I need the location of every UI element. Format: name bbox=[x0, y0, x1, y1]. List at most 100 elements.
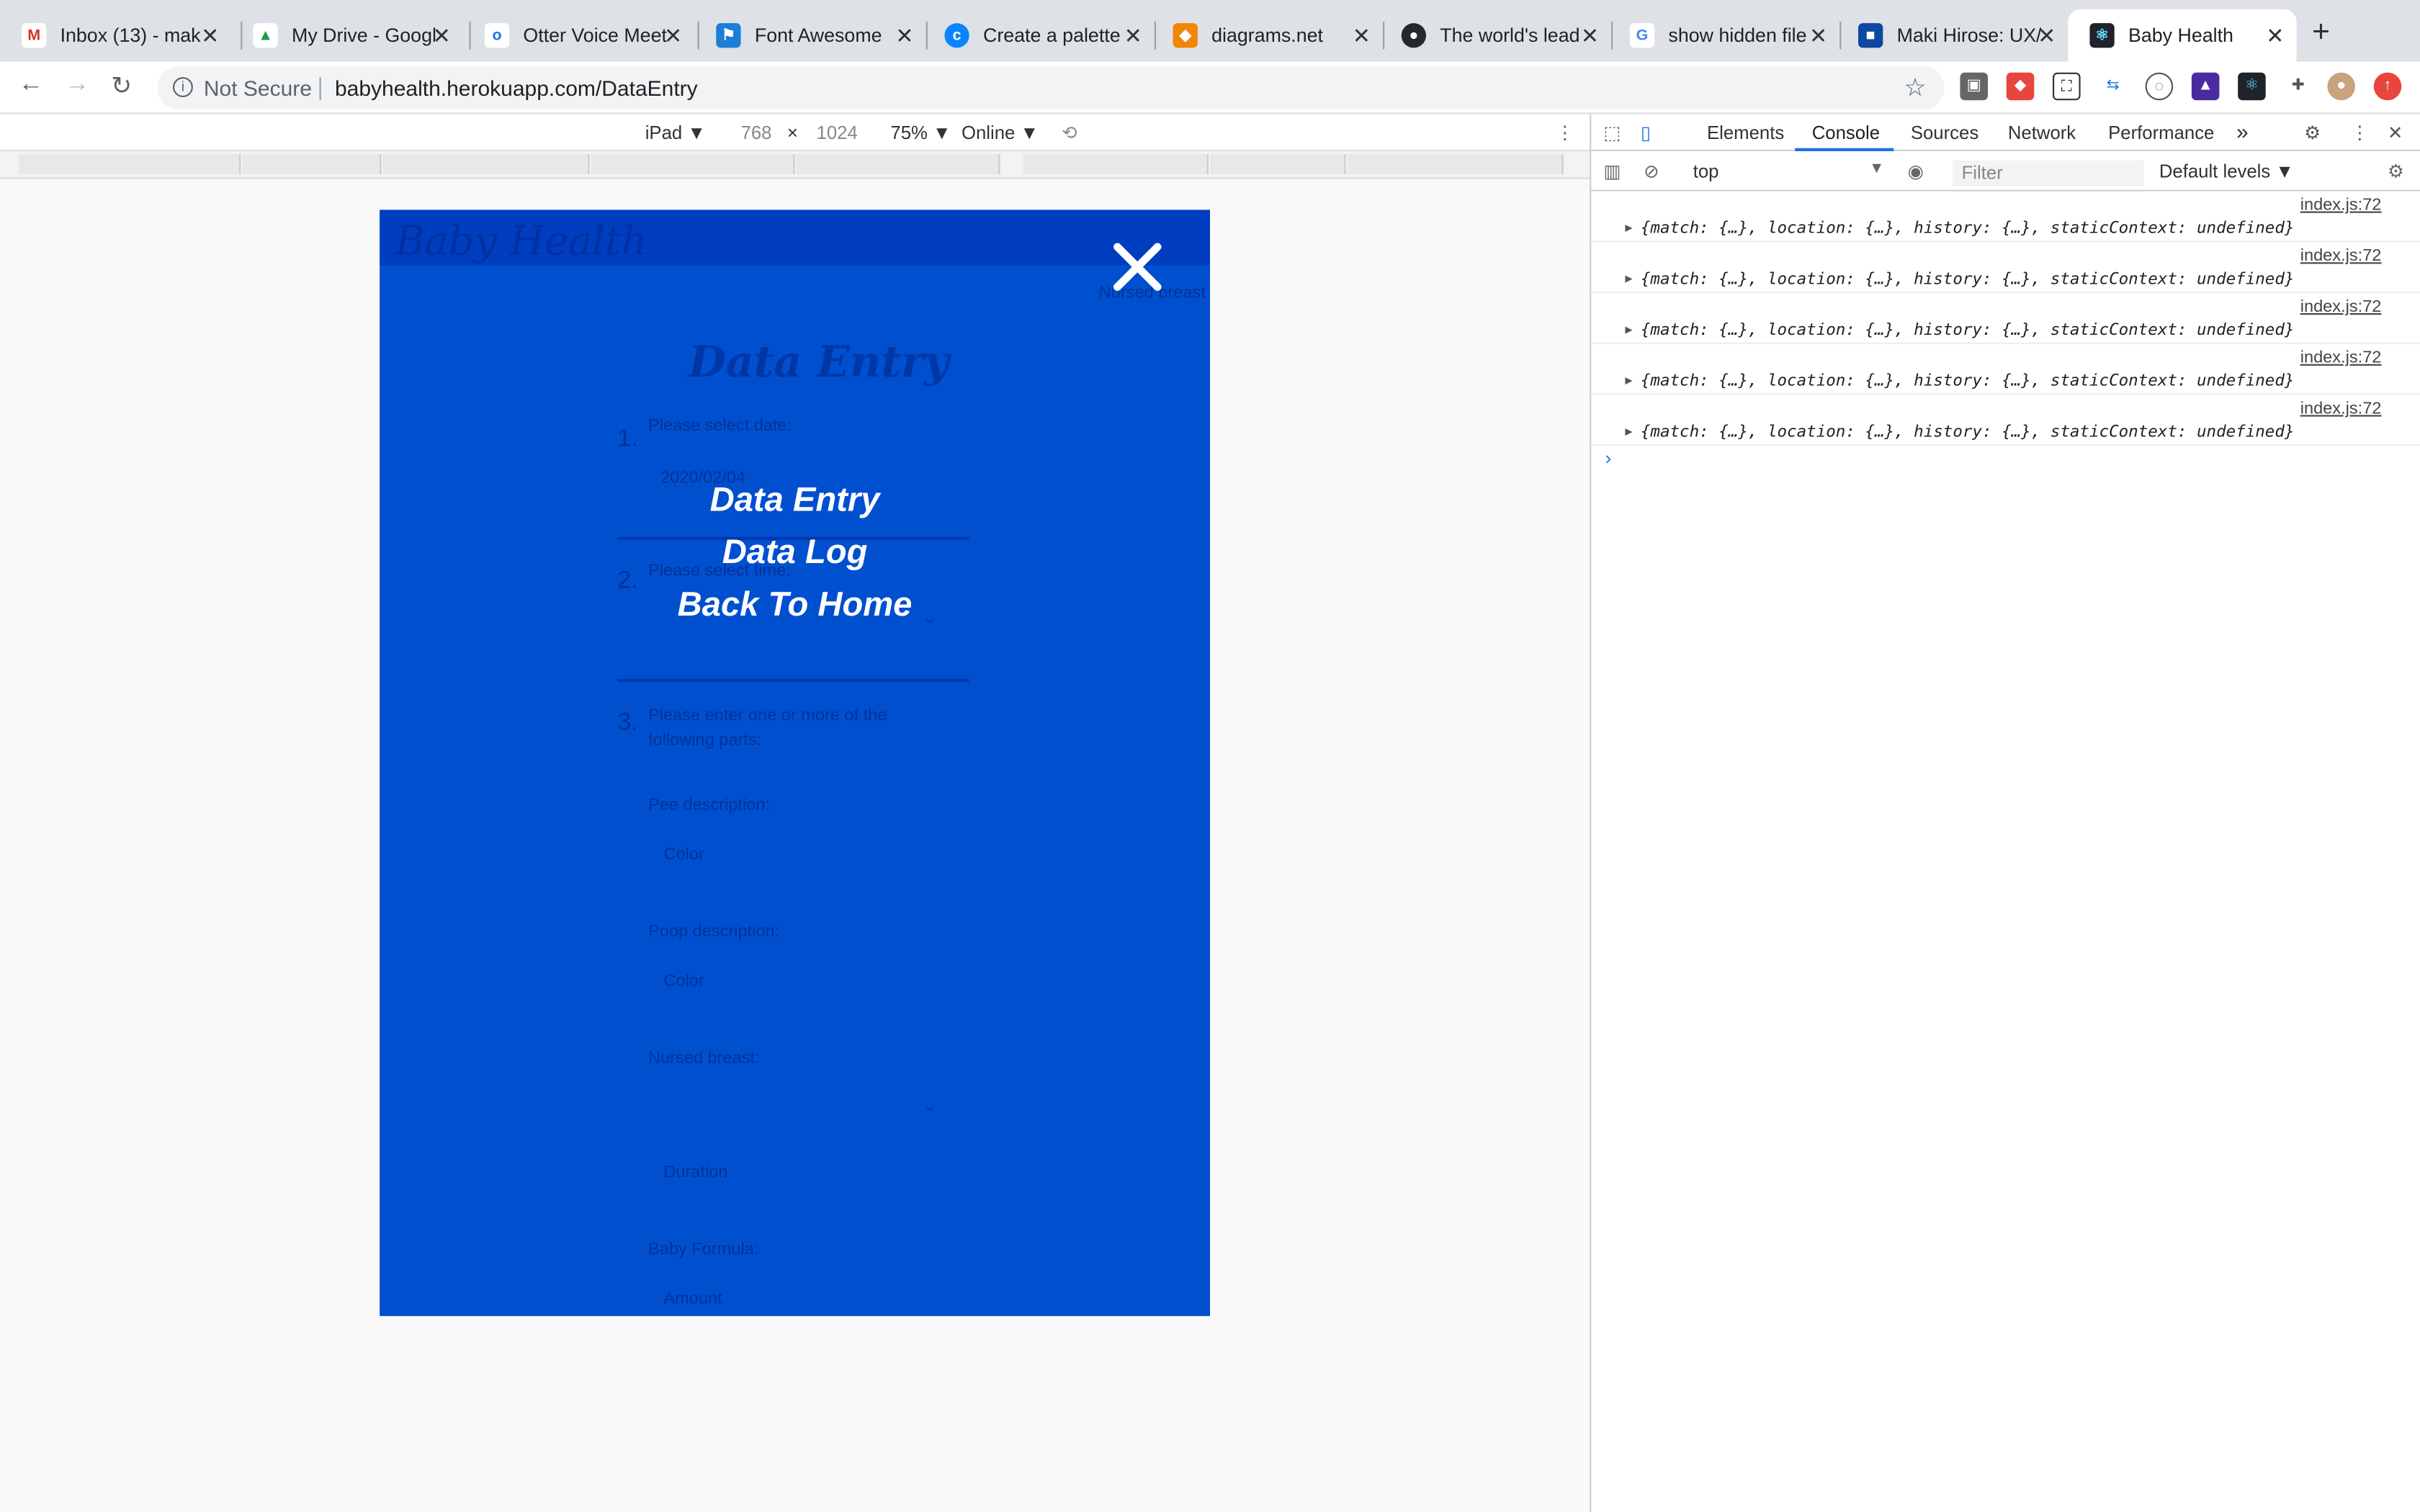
close-icon[interactable]: ✕ bbox=[1581, 23, 1599, 49]
close-icon[interactable]: ✕ bbox=[1353, 23, 1371, 49]
close-icon[interactable]: ✕ bbox=[895, 23, 913, 49]
google-icon: G bbox=[1629, 23, 1655, 48]
tab-label: Otter Voice Meet bbox=[523, 24, 667, 47]
tab-google-search[interactable]: G show hidden file ✕ bbox=[1608, 9, 1839, 62]
info-icon[interactable]: i bbox=[173, 77, 193, 97]
zoom-select[interactable]: 75% ▼ bbox=[890, 122, 951, 143]
gear-icon[interactable]: ⚙ bbox=[2388, 161, 2404, 182]
tab-github[interactable]: ● The world's lead ✕ bbox=[1380, 9, 1611, 62]
tab-otter[interactable]: o Otter Voice Meet ✕ bbox=[463, 9, 694, 62]
log-message: {match: {…}, location: {…}, history: {…}… bbox=[1640, 219, 2295, 238]
media-query-bar[interactable] bbox=[0, 151, 1590, 179]
expand-triangle-icon[interactable]: ▶ bbox=[1625, 323, 1632, 336]
filter-input[interactable]: Filter bbox=[1952, 160, 2144, 187]
tab-label: Font Awesome bbox=[754, 24, 882, 47]
tab-gmail[interactable]: M Inbox (13) - mak ✕ bbox=[0, 9, 231, 62]
tab-performance[interactable]: Performance bbox=[2108, 122, 2214, 143]
gmail-icon: M bbox=[22, 23, 47, 48]
console-log-row[interactable]: index.js:72 ▶ {match: {…}, location: {…}… bbox=[1591, 242, 2420, 294]
sidebar-toggle-icon[interactable]: ▥ bbox=[1603, 161, 1621, 182]
tab-network[interactable]: Network bbox=[2008, 122, 2076, 143]
extension-icon[interactable]: ◆ bbox=[2006, 72, 2035, 101]
tab-portfolio[interactable]: ■ Maki Hirose: UX/ ✕ bbox=[1837, 9, 2068, 62]
field-label: Baby Formula: bbox=[648, 1240, 759, 1259]
step-number: 1. bbox=[617, 426, 638, 452]
close-icon[interactable]: ✕ bbox=[2388, 122, 2403, 143]
menu-item-data-entry[interactable]: Data Entry bbox=[380, 480, 1210, 520]
bookmark-star-icon[interactable]: ☆ bbox=[1904, 73, 1927, 104]
close-icon[interactable]: ✕ bbox=[2266, 23, 2284, 49]
levels-select[interactable]: Default levels ▼ bbox=[2159, 161, 2294, 182]
close-icon[interactable]: ✕ bbox=[664, 23, 682, 49]
reload-icon[interactable]: ↻ bbox=[111, 71, 132, 102]
tab-drive[interactable]: ▲ My Drive - Googl ✕ bbox=[231, 9, 462, 62]
tab-console[interactable]: Console bbox=[1812, 122, 1880, 143]
console-log-row[interactable]: index.js:72 ▶ {match: {…}, location: {…}… bbox=[1591, 344, 2420, 395]
otter-icon: o bbox=[484, 23, 510, 48]
back-arrow-icon[interactable]: ← bbox=[19, 71, 43, 99]
security-status[interactable]: Not Secure bbox=[204, 76, 312, 100]
log-source-link[interactable]: index.js:72 bbox=[2300, 247, 2382, 266]
inspect-icon[interactable]: ⬚ bbox=[1603, 122, 1621, 143]
tab-font-awesome[interactable]: ⚑ Font Awesome ✕ bbox=[694, 9, 926, 62]
close-icon[interactable]: ✕ bbox=[2038, 23, 2056, 49]
more-options-icon[interactable]: ⋮ bbox=[2351, 122, 2370, 143]
more-options-icon[interactable]: ⋮ bbox=[1556, 122, 1574, 143]
new-tab-button[interactable]: + bbox=[2312, 15, 2330, 50]
console-log-row[interactable]: index.js:72 ▶ {match: {…}, location: {…}… bbox=[1591, 192, 2420, 243]
close-icon[interactable]: ✕ bbox=[1124, 23, 1142, 49]
extension-icon[interactable]: ▲ bbox=[2191, 72, 2220, 101]
console-toolbar: ▥ ⊘ top ▼ ◉ Filter Default levels ▼ ⚙ bbox=[1591, 151, 2420, 192]
extension-icon[interactable]: ▣ bbox=[1960, 72, 1988, 101]
avatar[interactable]: ● bbox=[2327, 72, 2355, 101]
tab-diagrams[interactable]: ◆ diagrams.net ✕ bbox=[1152, 9, 1383, 62]
forward-arrow-icon[interactable]: → bbox=[65, 71, 89, 99]
width-field[interactable]: 768 bbox=[741, 122, 772, 143]
expand-triangle-icon[interactable]: ▶ bbox=[1625, 424, 1632, 438]
clear-console-icon[interactable]: ⊘ bbox=[1644, 161, 1659, 182]
console-prompt[interactable]: › bbox=[1605, 447, 1612, 469]
tab-label: My Drive - Googl bbox=[292, 24, 436, 47]
tab-label: show hidden file bbox=[1668, 24, 1807, 47]
menu-item-data-log[interactable]: Data Log bbox=[380, 532, 1210, 572]
more-tabs-button[interactable]: » bbox=[2236, 119, 2249, 143]
react-devtools-icon[interactable]: ⚛ bbox=[2238, 72, 2266, 101]
extension-icon[interactable]: ⇆ bbox=[2099, 72, 2127, 101]
page-title: Data Entry bbox=[688, 336, 949, 387]
expand-triangle-icon[interactable]: ▶ bbox=[1625, 374, 1632, 387]
log-source-link[interactable]: index.js:72 bbox=[2300, 400, 2382, 418]
update-icon[interactable]: ↑ bbox=[2373, 72, 2402, 101]
menu-item-back-to-home[interactable]: Back To Home bbox=[380, 585, 1210, 625]
log-source-link[interactable]: index.js:72 bbox=[2300, 196, 2382, 215]
context-select[interactable]: top bbox=[1693, 161, 1719, 182]
tab-baby-health[interactable]: ⚛ Baby Health ✕ bbox=[2068, 9, 2297, 62]
gear-icon[interactable]: ⚙ bbox=[2304, 122, 2321, 143]
rotate-icon[interactable]: ⟲ bbox=[1062, 122, 1077, 143]
console-log-row[interactable]: index.js:72 ▶ {match: {…}, location: {…}… bbox=[1591, 395, 2420, 446]
expand-triangle-icon[interactable]: ▶ bbox=[1625, 220, 1632, 234]
close-icon[interactable]: ✕ bbox=[201, 23, 219, 49]
url-text[interactable]: babyhealth.herokuapp.com/DataEntry bbox=[335, 76, 698, 100]
close-icon[interactable]: ✕ bbox=[433, 23, 451, 49]
expand-triangle-icon[interactable]: ▶ bbox=[1625, 271, 1632, 285]
brand-logo: Baby Health bbox=[395, 219, 647, 266]
eye-icon[interactable]: ◉ bbox=[1908, 161, 1924, 182]
tab-sources[interactable]: Sources bbox=[1911, 122, 1978, 143]
tab-coolors[interactable]: c Create a palette ✕ bbox=[923, 9, 1154, 62]
device-toggle-icon[interactable]: ▯ bbox=[1641, 122, 1651, 143]
tab-strip: M Inbox (13) - mak ✕ ▲ My Drive - Googl … bbox=[0, 0, 2420, 62]
screenshot-icon[interactable]: ⛶ bbox=[2053, 72, 2081, 101]
chevron-down-icon[interactable]: ▼ bbox=[1869, 161, 1884, 178]
device-select[interactable]: iPad ▼ bbox=[645, 122, 706, 143]
log-source-link[interactable]: index.js:72 bbox=[2300, 298, 2382, 317]
network-select[interactable]: Online ▼ bbox=[962, 122, 1039, 143]
tab-elements[interactable]: Elements bbox=[1707, 122, 1784, 143]
log-source-link[interactable]: index.js:72 bbox=[2300, 348, 2382, 367]
address-bar[interactable]: i Not Secure babyhealth.herokuapp.com/Da… bbox=[157, 66, 1945, 110]
extension-icon[interactable]: ◌ bbox=[2145, 72, 2174, 101]
close-icon[interactable] bbox=[1111, 240, 1164, 293]
console-log-row[interactable]: index.js:72 ▶ {match: {…}, location: {…}… bbox=[1591, 293, 2420, 344]
puzzle-icon[interactable]: ✚ bbox=[2284, 72, 2312, 101]
close-icon[interactable]: ✕ bbox=[1809, 23, 1827, 49]
height-field[interactable]: 1024 bbox=[817, 122, 858, 143]
